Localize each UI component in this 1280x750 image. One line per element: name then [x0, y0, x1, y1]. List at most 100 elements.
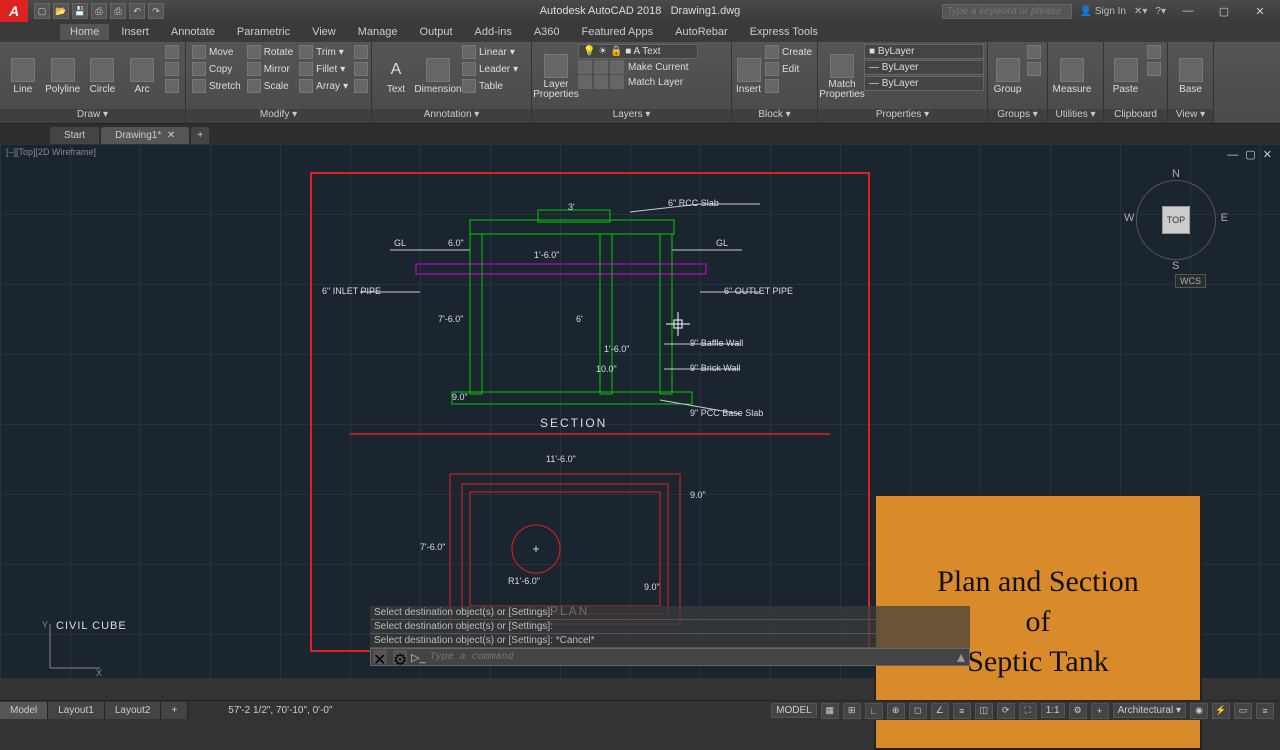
- snap-toggle-icon[interactable]: ⊞: [843, 703, 861, 719]
- misc-draw-2[interactable]: [163, 61, 181, 77]
- viewcube-n[interactable]: N: [1172, 168, 1180, 180]
- viewcube[interactable]: TOP N S E W: [1128, 172, 1224, 268]
- panel-title-draw[interactable]: Draw ▾: [0, 109, 185, 123]
- drawing-area[interactable]: [–][Top][2D Wireframe] — ▢ ✕: [0, 144, 1280, 678]
- anno-scale-dropdown[interactable]: 1:1: [1041, 703, 1065, 718]
- base-button[interactable]: Base: [1172, 44, 1209, 109]
- annotation-scale-icon[interactable]: ⛶: [1019, 703, 1037, 719]
- polyline-button[interactable]: Polyline: [44, 44, 82, 109]
- panel-title-groups[interactable]: Groups ▾: [988, 109, 1047, 123]
- layer-properties-button[interactable]: LayerProperties: [536, 44, 576, 109]
- layer-tool-icon3[interactable]: [610, 60, 624, 74]
- cut-button[interactable]: [1145, 44, 1163, 60]
- workspace-icon[interactable]: ⚙: [1069, 703, 1087, 719]
- panel-title-block[interactable]: Block ▾: [732, 109, 817, 123]
- annotation-monitor-icon[interactable]: +: [1091, 703, 1109, 719]
- panel-title-clipboard[interactable]: Clipboard: [1104, 109, 1167, 123]
- group-misc[interactable]: [1025, 44, 1043, 60]
- command-input[interactable]: [430, 652, 949, 663]
- save-icon[interactable]: 💾: [72, 3, 88, 19]
- layer-tool-icon5[interactable]: [594, 75, 608, 89]
- help-icon[interactable]: ?▾: [1155, 6, 1166, 17]
- group-button[interactable]: Group: [992, 44, 1023, 109]
- tab-a360[interactable]: A360: [524, 24, 570, 40]
- cycling-icon[interactable]: ⟳: [997, 703, 1015, 719]
- file-tab-new[interactable]: +: [191, 127, 209, 144]
- layer-tool-icon6[interactable]: [610, 75, 624, 89]
- help-search-input[interactable]: [942, 4, 1072, 19]
- tab-express-tools[interactable]: Express Tools: [740, 24, 828, 40]
- polar-toggle-icon[interactable]: ⊕: [887, 703, 905, 719]
- customization-icon[interactable]: ≡: [1256, 703, 1274, 719]
- stretch-button[interactable]: Stretch: [190, 78, 243, 94]
- tab-addins[interactable]: Add-ins: [465, 24, 522, 40]
- tab-manage[interactable]: Manage: [348, 24, 408, 40]
- hardware-accel-icon[interactable]: ⚡: [1212, 703, 1230, 719]
- make-current-button[interactable]: Make Current: [626, 60, 691, 74]
- copy-button[interactable]: Copy: [190, 61, 243, 77]
- clean-screen-icon[interactable]: ▭: [1234, 703, 1252, 719]
- text-button[interactable]: AText: [376, 44, 416, 109]
- open-icon[interactable]: 📂: [53, 3, 69, 19]
- customize-icon[interactable]: ⚙: [393, 650, 407, 664]
- close-button[interactable]: ✕: [1246, 3, 1274, 19]
- fillet-button[interactable]: Fillet ▾: [297, 61, 350, 77]
- leader-button[interactable]: Leader ▾: [460, 61, 520, 77]
- panel-title-annotation[interactable]: Annotation ▾: [372, 109, 531, 123]
- trim-button[interactable]: Trim ▾: [297, 44, 350, 60]
- grid-toggle-icon[interactable]: ▦: [821, 703, 839, 719]
- tab-output[interactable]: Output: [410, 24, 463, 40]
- move-button[interactable]: Move: [190, 44, 243, 60]
- create-button[interactable]: Create: [763, 44, 814, 60]
- tab-autorebar[interactable]: AutoRebar: [665, 24, 738, 40]
- redo-icon[interactable]: ↷: [148, 3, 164, 19]
- ortho-toggle-icon[interactable]: ∟: [865, 703, 883, 719]
- linear-button[interactable]: Linear ▾: [460, 44, 520, 60]
- lineweight-toggle-icon[interactable]: ≡: [953, 703, 971, 719]
- saveas-icon[interactable]: ⎙: [91, 3, 107, 19]
- match-properties-button[interactable]: MatchProperties: [822, 44, 862, 109]
- isolate-icon[interactable]: ◉: [1190, 703, 1208, 719]
- layer-tool-icon[interactable]: [578, 60, 592, 74]
- layer-dropdown[interactable]: 💡 ☀ 🔒 ■ A Text: [578, 44, 698, 59]
- layout-tab-layout2[interactable]: Layout2: [105, 702, 162, 719]
- undo-icon[interactable]: ↶: [129, 3, 145, 19]
- layout-tab-layout1[interactable]: Layout1: [48, 702, 105, 719]
- modify-misc[interactable]: [352, 44, 370, 60]
- wcs-label[interactable]: WCS: [1175, 274, 1206, 288]
- layer-tool-icon4[interactable]: [578, 75, 592, 89]
- tab-insert[interactable]: Insert: [111, 24, 159, 40]
- command-line[interactable]: ✕ ⚙ ▷_ ▴: [370, 648, 970, 666]
- otrack-toggle-icon[interactable]: ∠: [931, 703, 949, 719]
- signin-link[interactable]: 👤 Sign In: [1080, 6, 1126, 17]
- exchange-icon[interactable]: ✕▾: [1134, 6, 1147, 17]
- circle-button[interactable]: Circle: [84, 44, 122, 109]
- array-button[interactable]: Array ▾: [297, 78, 350, 94]
- layout-tab-add[interactable]: +: [161, 702, 188, 719]
- layer-tool-icon2[interactable]: [594, 60, 608, 74]
- file-tab-start[interactable]: Start: [50, 127, 99, 144]
- file-tab-drawing1[interactable]: Drawing1* ✕: [101, 127, 189, 144]
- arc-button[interactable]: Arc: [123, 44, 161, 109]
- viewcube-e[interactable]: E: [1221, 212, 1228, 224]
- table-button[interactable]: Table: [460, 78, 520, 94]
- modify-misc2[interactable]: [352, 61, 370, 77]
- osnap-toggle-icon[interactable]: ◻: [909, 703, 927, 719]
- cursor-coordinates[interactable]: 57'-2 1/2", 70'-10", 0'-0": [228, 705, 332, 716]
- layout-tab-model[interactable]: Model: [0, 702, 48, 719]
- clip-copy-button[interactable]: [1145, 61, 1163, 77]
- edit-button[interactable]: Edit: [763, 61, 814, 77]
- insert-button[interactable]: Insert: [736, 44, 761, 109]
- tab-annotate[interactable]: Annotate: [161, 24, 225, 40]
- scale-button[interactable]: Scale: [245, 78, 295, 94]
- plot-icon[interactable]: ⎙: [110, 3, 126, 19]
- viewcube-w[interactable]: W: [1124, 212, 1134, 224]
- tab-parametric[interactable]: Parametric: [227, 24, 300, 40]
- model-space-button[interactable]: MODEL: [771, 703, 817, 718]
- group-misc2[interactable]: [1025, 61, 1043, 77]
- transparency-toggle-icon[interactable]: ◫: [975, 703, 993, 719]
- tab-view[interactable]: View: [302, 24, 346, 40]
- panel-title-modify[interactable]: Modify ▾: [186, 109, 371, 123]
- panel-title-utilities[interactable]: Utilities ▾: [1048, 109, 1103, 123]
- tab-home[interactable]: Home: [60, 24, 109, 40]
